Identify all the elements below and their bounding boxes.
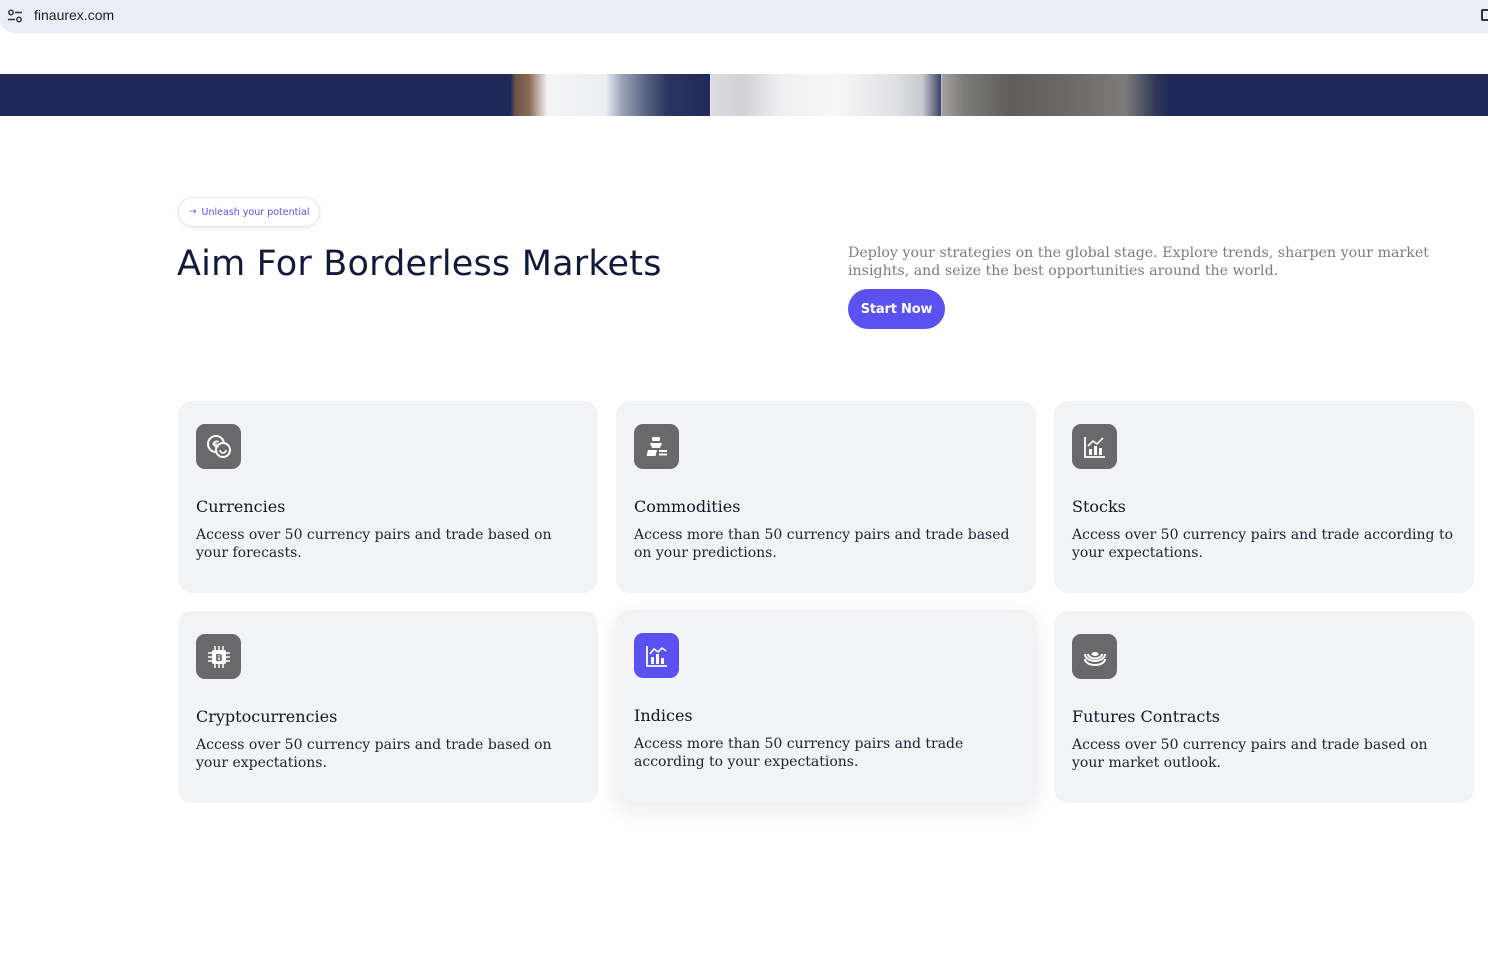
card-title: Futures Contracts — [1072, 707, 1220, 726]
section-tag-label: Unleash your potential — [201, 206, 310, 218]
card-description: Access over 50 currency pairs and trade … — [1072, 737, 1428, 771]
url-text[interactable]: finaurex.com — [34, 7, 114, 23]
card-title: Currencies — [196, 497, 286, 516]
section-tag: → Unleash your potential — [178, 197, 321, 227]
card-description: Access over 50 currency pairs and trade … — [196, 737, 552, 771]
card-description: Access more than 50 currency pairs and t… — [634, 736, 964, 770]
stock-chart-icon — [1072, 424, 1117, 469]
arrow-right-icon: → — [189, 207, 197, 217]
card-title: Cryptocurrencies — [196, 707, 338, 726]
photo-divider — [710, 74, 711, 116]
tune-icon[interactable] — [7, 9, 23, 23]
euro-coins-icon: € — [196, 424, 241, 469]
market-card-futures[interactable]: Futures Contracts Access over 50 currenc… — [1054, 611, 1474, 803]
market-card-indices[interactable]: Indices Access more than 50 currency pai… — [616, 610, 1036, 802]
card-title: Commodities — [634, 497, 741, 516]
photo-divider — [941, 74, 942, 116]
market-card-currencies[interactable]: € Currencies Access over 50 currency pai… — [178, 401, 598, 593]
svg-text:€: € — [211, 439, 219, 450]
market-card-cryptocurrencies[interactable]: B Cryptocurrencies Access over 50 curren… — [178, 611, 598, 803]
card-description: Access more than 50 currency pairs and t… — [634, 527, 1010, 561]
index-chart-icon — [634, 633, 679, 678]
card-description: Access over 50 currency pairs and trade … — [1072, 527, 1453, 561]
gold-bars-icon — [634, 424, 679, 469]
section-title: Aim For Borderless Markets — [177, 244, 662, 284]
card-description: Access over 50 currency pairs and trade … — [196, 527, 552, 561]
hero-photo-person-2 — [710, 74, 941, 116]
section-description: Deploy your strategies on the global sta… — [848, 245, 1429, 279]
start-now-button[interactable]: Start Now — [848, 289, 945, 329]
bitcoin-chip-icon: B — [196, 634, 241, 679]
card-title: Indices — [634, 706, 693, 725]
market-card-stocks[interactable]: Stocks Access over 50 currency pairs and… — [1054, 401, 1474, 593]
hero-photo-person-3 — [941, 74, 1171, 116]
market-card-commodities[interactable]: Commodities Access more than 50 currency… — [616, 401, 1036, 593]
hero-photo-person-1 — [478, 74, 710, 116]
extension-icon[interactable] — [1481, 9, 1488, 21]
browser-address-bar: finaurex.com — [0, 0, 1488, 33]
hero-banner — [0, 74, 1488, 116]
svg-text:B: B — [215, 653, 223, 664]
futures-rings-icon — [1072, 634, 1117, 679]
card-title: Stocks — [1072, 497, 1126, 516]
